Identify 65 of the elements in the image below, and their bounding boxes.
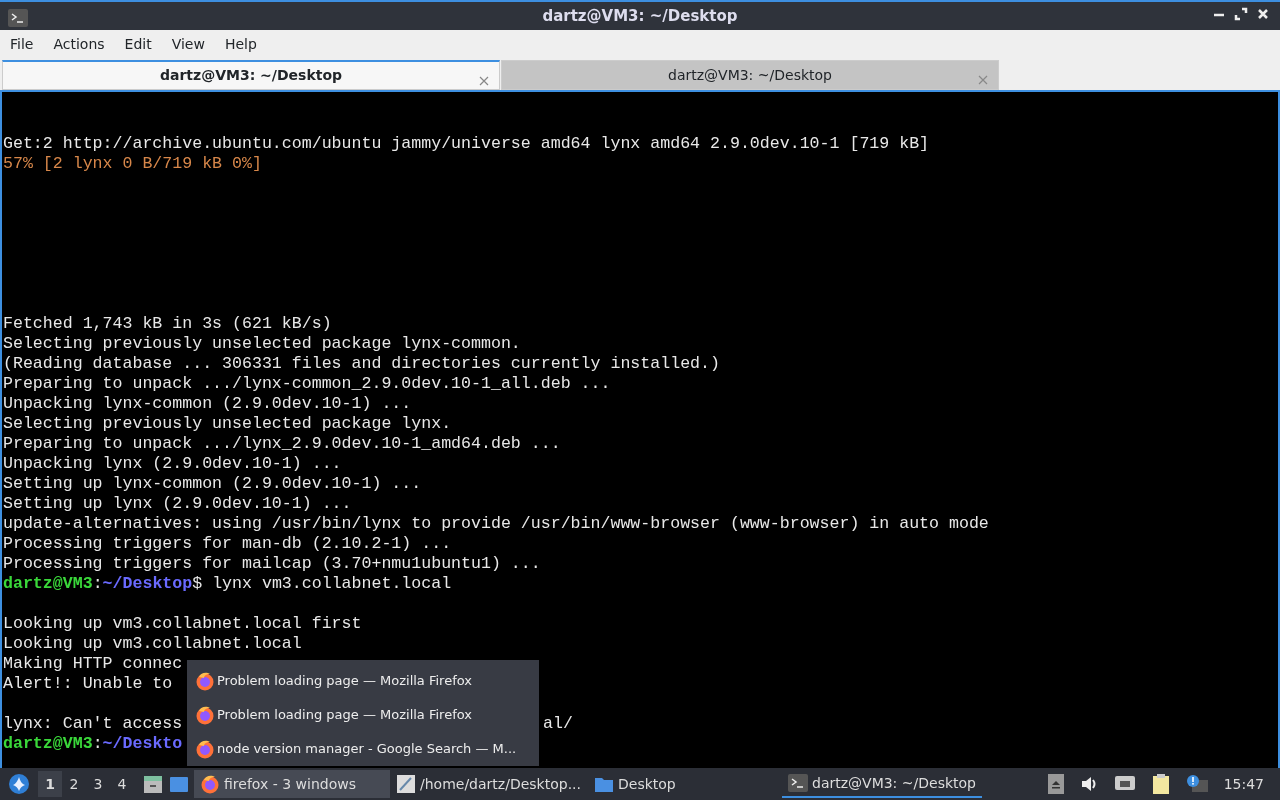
firefox-icon: [195, 671, 215, 691]
firefox-icon: [200, 774, 220, 794]
taskbar-button[interactable]: /home/dartz/Desktop...: [390, 770, 588, 798]
window-list-item[interactable]: node version manager - Google Search — M...: [217, 739, 517, 759]
menu-item[interactable]: View: [161, 30, 215, 58]
desktop-switcher[interactable]: 2: [62, 771, 86, 797]
terminal-icon: [788, 774, 808, 792]
prompt-user: dartz@VM3: [3, 734, 93, 753]
terminal-line: Preparing to unpack .../lynx-common_2.9.0dev.10-1_all.deb ...: [3, 374, 611, 393]
terminal-line: Looking up vm3.collabnet.local first: [3, 614, 362, 633]
terminal-line: Preparing to unpack .../lynx_2.9.0dev.10-1_amd64.deb ...: [3, 434, 561, 453]
menu-item[interactable]: File: [0, 30, 44, 58]
clock: 15:47: [1223, 774, 1264, 794]
terminal-line: Unpacking lynx (2.9.0dev.10-1) ...: [3, 454, 342, 473]
window-list-item[interactable]: Problem loading page — Mozilla Firefox: [217, 671, 472, 691]
file-cabinet-icon[interactable]: [142, 774, 164, 794]
terminal-line: Unpacking lynx-common (2.9.0dev.10-1) ...: [3, 394, 412, 413]
terminal-line: Selecting previously unselected package lynx-common.: [3, 334, 521, 353]
editor-icon: [396, 774, 416, 794]
terminal-line: lynx: Can't access: [3, 714, 183, 733]
show-desktop-icon[interactable]: [168, 774, 190, 794]
terminal-line: Alert!: Unable to: [3, 674, 173, 693]
terminal-line: Setting up lynx (2.9.0dev.10-1) ...: [3, 494, 352, 513]
volume-icon[interactable]: [1079, 775, 1098, 793]
firefox-icon: [195, 739, 215, 759]
terminal-line: Setting up lynx-common (2.9.0dev.10-1) ...: [3, 474, 422, 493]
prompt-text: $ lynx vm3.collabnet.local: [192, 574, 452, 593]
terminal-line: Processing triggers for man-db (2.10.2-1) ...: [3, 534, 452, 553]
tab[interactable]: dartz@VM3: ~/Desktop: [2, 60, 500, 90]
firefox-icon: [195, 705, 215, 725]
prompt-user: dartz@VM3: [3, 574, 93, 593]
desktop-switcher[interactable]: 1: [38, 771, 62, 797]
maximize-icon[interactable]: [1234, 7, 1248, 21]
prompt-text: :: [92, 734, 103, 753]
desktop-switcher[interactable]: 3: [86, 771, 110, 797]
terminal-line: Making HTTP connec: [3, 654, 183, 673]
eject-icon[interactable]: [1047, 774, 1064, 794]
start-menu-icon[interactable]: [8, 773, 30, 795]
terminal-line: Processing triggers for mailcap (3.70+nmu1ubuntu1) ...: [3, 554, 541, 573]
window-list-item[interactable]: Problem loading page — Mozilla Firefox: [217, 705, 472, 725]
network-icon[interactable]: [1113, 775, 1136, 793]
terminal-line: Fetched 1,743 kB in 3s (621 kB/s): [3, 314, 332, 333]
folder-icon: [594, 775, 614, 793]
terminal-line: Selecting previously unselected package lynx.: [3, 414, 452, 433]
prompt-path: ~/Deskto: [102, 734, 183, 753]
terminal-text: al/: [543, 714, 573, 734]
taskbar-button[interactable]: dartz@VM3: ~/Desktop: [782, 770, 982, 798]
menu-item[interactable]: Actions: [43, 30, 115, 58]
desktop-switcher[interactable]: 4: [110, 771, 134, 797]
terminal-icon: [8, 8, 28, 27]
terminal-line: 57% [2 lynx 0 B/719 kB 0%]: [3, 154, 262, 173]
update-notifier-icon[interactable]: [1185, 774, 1208, 794]
terminal-line: (Reading database ... 306331 files and directories currently installed.): [3, 354, 720, 373]
menu-item[interactable]: Help: [214, 30, 267, 58]
terminal-line: Get:2 http://archive.ubuntu.com/ubuntu jammy/universe amd64 lynx amd64 2.9.0dev.10-1 [719 kB]: [3, 134, 930, 153]
tab[interactable]: dartz@VM3: ~/Desktop: [501, 60, 999, 90]
taskbar-button[interactable]: Desktop: [588, 770, 778, 798]
prompt-path: ~/Desktop: [102, 574, 193, 593]
clipboard-icon[interactable]: [1151, 773, 1170, 795]
taskbar-button[interactable]: firefox - 3 windows: [194, 770, 390, 798]
menu-item[interactable]: Edit: [114, 30, 162, 58]
prompt-text: :: [92, 574, 103, 593]
terminal-line: Looking up vm3.collabnet.local: [3, 634, 302, 653]
terminal-line: update-alternatives: using /usr/bin/lynx to provide /usr/bin/www-browser (www-browser) in auto mode: [3, 514, 989, 533]
window-title: dartz@VM3: ~/Desktop: [542, 6, 738, 27]
